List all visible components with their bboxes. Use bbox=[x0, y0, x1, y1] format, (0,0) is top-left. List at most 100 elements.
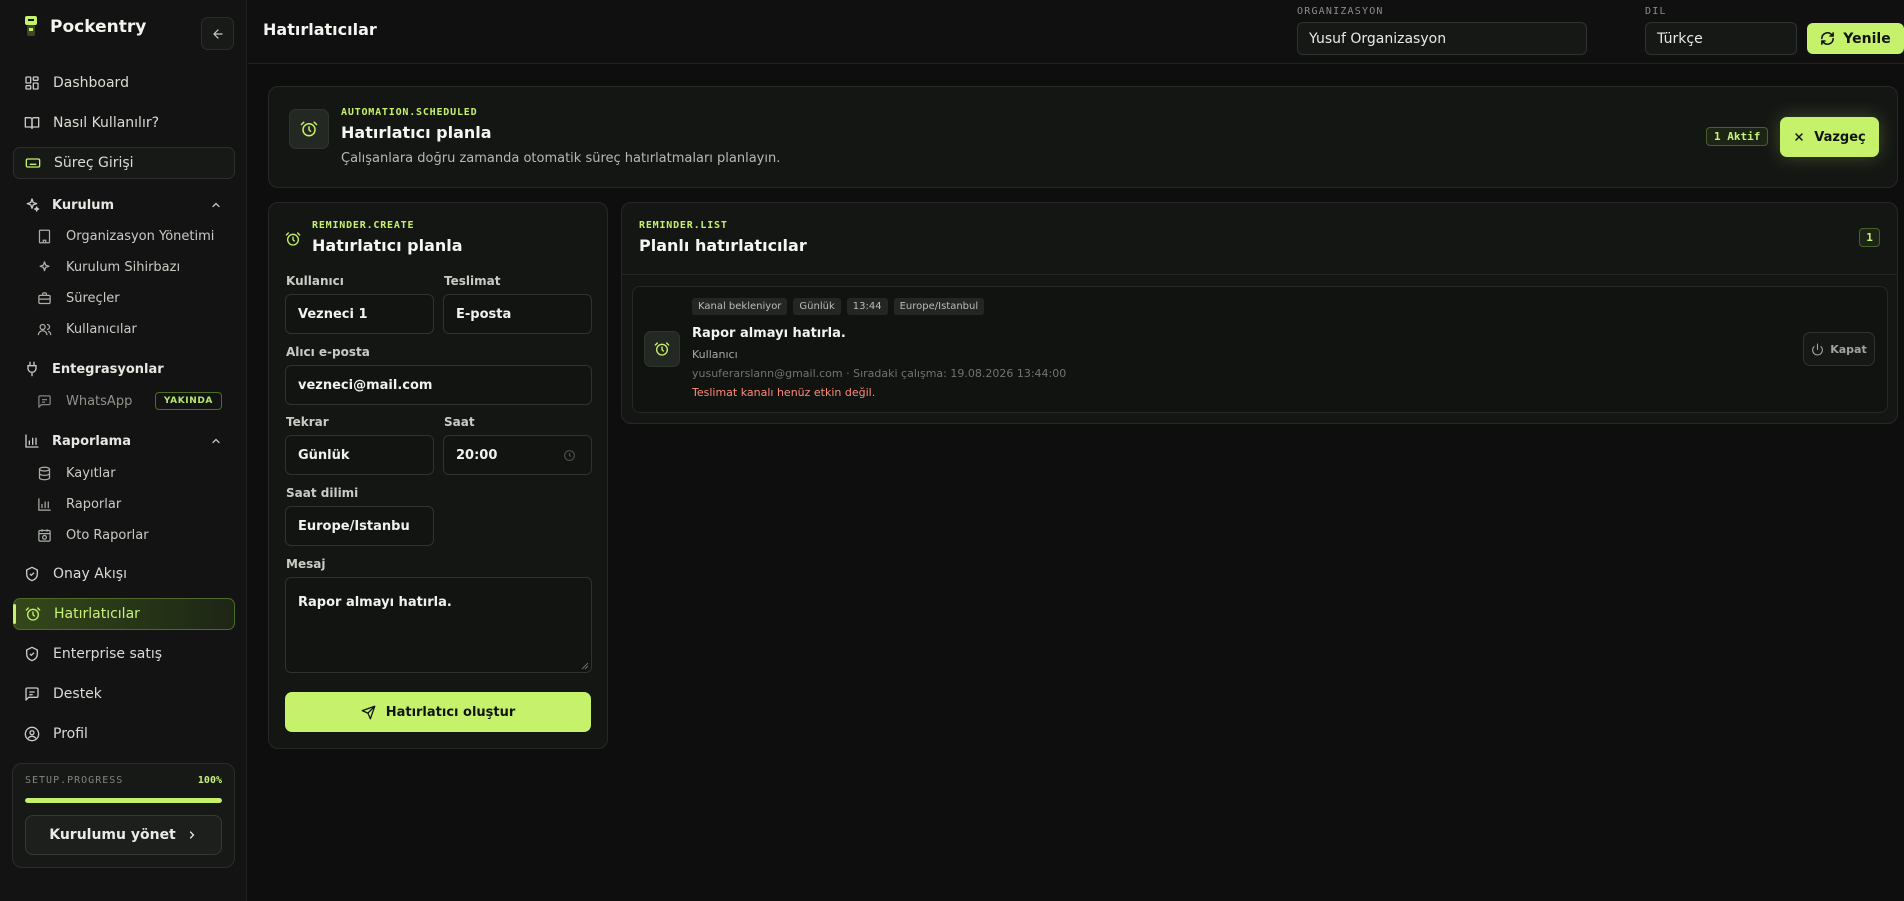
send-icon bbox=[361, 705, 376, 719]
keyboard-icon bbox=[25, 158, 41, 168]
recipient-email-input[interactable]: vezneci@mail.com bbox=[285, 365, 592, 405]
timezone-value: Europe/Istanbu bbox=[298, 518, 410, 534]
organization-value: Yusuf Organizasyon bbox=[1309, 30, 1447, 47]
sidebar-item-auto-reports[interactable]: Oto Raporlar bbox=[26, 521, 235, 549]
refresh-button[interactable]: Yenile bbox=[1807, 23, 1904, 54]
reminder-title: Rapor almayı hatırla. bbox=[692, 326, 846, 341]
message-textarea[interactable]: Rapor almayı hatırla. bbox=[285, 577, 592, 673]
timezone-label: Saat dilimi bbox=[286, 486, 359, 500]
nav-item-label: Enterprise satış bbox=[53, 646, 163, 662]
language-select[interactable]: Türkçe bbox=[1645, 22, 1797, 55]
user-value: Vezneci 1 bbox=[298, 306, 368, 322]
sidebar-item-label: Raporlar bbox=[66, 496, 122, 512]
banner-kicker: AUTOMATION.SCHEDULED bbox=[341, 107, 478, 118]
sidebar: Pockentry Dashboard Nasıl Kullanılır? Sü… bbox=[0, 0, 247, 901]
reminder-chips: Kanal bekleniyor Günlük 13:44 Europe/Ist… bbox=[692, 298, 990, 315]
close-reminder-button[interactable]: Kapat bbox=[1803, 332, 1875, 366]
nav-item-reminders[interactable]: Hatırlatıcılar bbox=[13, 598, 235, 630]
alarm-icon bbox=[285, 232, 301, 246]
time-value: 20:00 bbox=[456, 447, 498, 463]
bar-chart-icon bbox=[38, 497, 51, 511]
section-label: Kurulum bbox=[52, 197, 115, 213]
frequency-chip: Günlük bbox=[793, 298, 841, 315]
sidebar-item-whatsapp[interactable]: WhatsApp YAKINDA bbox=[26, 387, 235, 415]
sidebar-item-processes[interactable]: Süreçler bbox=[26, 284, 235, 312]
banner-title: Hatırlatıcı planla bbox=[341, 123, 492, 142]
sidebar-item-label: Kurulum Sihirbazı bbox=[66, 259, 181, 275]
database-icon bbox=[38, 466, 51, 480]
user-select[interactable]: Vezneci 1 bbox=[285, 294, 434, 334]
reminder-count-badge: 1 bbox=[1859, 228, 1880, 247]
nav-item-label: Süreç Girişi bbox=[54, 155, 134, 171]
form-title: Hatırlatıcı planla bbox=[312, 236, 463, 255]
create-reminder-label: Hatırlatıcı oluştur bbox=[385, 704, 516, 720]
alarm-icon bbox=[300, 121, 318, 137]
message-label: Mesaj bbox=[286, 557, 326, 571]
reminder-item: Kanal bekleniyor Günlük 13:44 Europe/Ist… bbox=[632, 286, 1888, 413]
resize-handle-icon[interactable] bbox=[581, 662, 589, 670]
time-input[interactable]: 20:00 bbox=[443, 435, 592, 475]
sidebar-item-label: Kayıtlar bbox=[66, 465, 116, 481]
nav-item-approval-flow[interactable]: Onay Akışı bbox=[13, 558, 235, 590]
chat-icon bbox=[38, 394, 51, 408]
sidebar-item-organization[interactable]: Organizasyon Yönetimi bbox=[26, 222, 235, 250]
section-header-raporlama[interactable]: Raporlama bbox=[13, 428, 235, 454]
section-header-entegrasyonlar[interactable]: Entegrasyonlar bbox=[13, 356, 235, 382]
organization-select[interactable]: Yusuf Organizasyon bbox=[1297, 22, 1587, 55]
power-icon bbox=[1812, 343, 1824, 355]
create-reminder-button[interactable]: Hatırlatıcı oluştur bbox=[285, 692, 591, 732]
recipient-email-label: Alıcı e-posta bbox=[286, 345, 370, 359]
message-icon bbox=[25, 687, 39, 701]
nav-item-label: Hatırlatıcılar bbox=[54, 606, 140, 622]
sidebar-item-users[interactable]: Kullanıcılar bbox=[26, 315, 235, 343]
recipient-email-value: vezneci@mail.com bbox=[298, 377, 433, 393]
nav-item-label: Nasıl Kullanılır? bbox=[53, 115, 160, 131]
section-label: Raporlama bbox=[52, 433, 131, 449]
section-header-kurulum[interactable]: Kurulum bbox=[13, 192, 235, 218]
nav-item-profile[interactable]: Profil bbox=[13, 718, 235, 750]
sidebar-item-records[interactable]: Kayıtlar bbox=[26, 459, 235, 487]
refresh-icon bbox=[1821, 32, 1835, 45]
brand[interactable]: Pockentry bbox=[24, 16, 146, 38]
banner-icon-tile bbox=[289, 109, 329, 149]
delivery-select[interactable]: E-posta bbox=[443, 294, 592, 334]
collapse-sidebar-button[interactable] bbox=[201, 17, 234, 50]
chevron-right-icon bbox=[189, 831, 195, 839]
nav-item-how-to-use[interactable]: Nasıl Kullanılır? bbox=[13, 107, 235, 139]
nav-item-dashboard[interactable]: Dashboard bbox=[13, 67, 235, 99]
banner-description: Çalışanlara doğru zamanda otomatik süreç… bbox=[341, 151, 781, 166]
setup-progress-bar bbox=[25, 798, 222, 803]
repeat-select[interactable]: Günlük bbox=[285, 435, 434, 475]
manage-setup-button[interactable]: Kurulumu yönet bbox=[25, 815, 222, 855]
timezone-chip: Europe/Istanbul bbox=[893, 298, 985, 315]
users-icon bbox=[37, 323, 52, 335]
timezone-select[interactable]: Europe/Istanbu bbox=[285, 506, 434, 546]
nav-item-process-entry[interactable]: Süreç Girişi bbox=[13, 147, 235, 179]
reminder-icon-tile bbox=[644, 331, 680, 367]
building-icon bbox=[38, 229, 51, 243]
brand-name: Pockentry bbox=[50, 17, 147, 37]
sidebar-item-reports[interactable]: Raporlar bbox=[26, 490, 235, 518]
clock-icon[interactable] bbox=[563, 449, 576, 462]
sidebar-item-setup-wizard[interactable]: Kurulum Sihirbazı bbox=[26, 253, 235, 281]
nav-item-label: Destek bbox=[53, 686, 102, 702]
nav-item-support[interactable]: Destek bbox=[13, 678, 235, 710]
delivery-label: Teslimat bbox=[444, 274, 501, 288]
message-value: Rapor almayı hatırla. bbox=[298, 595, 452, 610]
nav-item-enterprise-sales[interactable]: Enterprise satış bbox=[13, 638, 235, 670]
shield-check-icon bbox=[26, 646, 38, 662]
calendar-clock-icon bbox=[38, 528, 51, 542]
list-kicker: REMINDER.LIST bbox=[639, 220, 728, 231]
topbar: Hatırlatıcılar ORGANIZASYON Yusuf Organi… bbox=[248, 0, 1904, 64]
organization-label: ORGANIZASYON bbox=[1297, 6, 1384, 17]
cancel-label: Vazgeç bbox=[1814, 129, 1866, 145]
reminder-warning: Teslimat kanalı henüz etkin değil. bbox=[692, 386, 876, 399]
reminder-create-card: REMINDER.CREATE Hatırlatıcı planla Kulla… bbox=[268, 202, 608, 749]
reminder-meta: yusuferarslann@gmail.com · Sıradaki çalı… bbox=[692, 367, 1067, 380]
nav-item-label: Dashboard bbox=[53, 75, 129, 91]
briefcase-icon bbox=[38, 291, 51, 304]
cancel-button[interactable]: Vazgeç bbox=[1780, 117, 1879, 157]
brand-logo-icon bbox=[24, 16, 38, 38]
sparkles-icon bbox=[26, 198, 40, 212]
nav-item-label: Profil bbox=[53, 726, 88, 742]
